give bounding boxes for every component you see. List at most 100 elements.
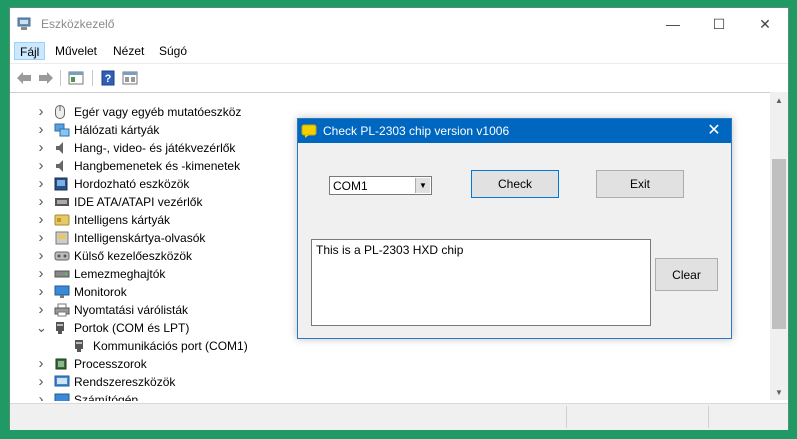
speaker-icon	[54, 159, 70, 173]
chevron-right-icon[interactable]: ›	[36, 121, 46, 139]
chevron-right-icon[interactable]: ›	[36, 193, 46, 211]
maximize-button[interactable]: ☐	[696, 8, 742, 40]
show-hidden-icon	[122, 71, 138, 85]
vertical-scrollbar[interactable]: ▲ ▼	[770, 92, 788, 400]
tree-item-label: Kommunikációs port (COM1)	[93, 339, 248, 353]
system-device-icon	[54, 375, 70, 389]
computer-icon	[54, 393, 70, 401]
close-icon: ✕	[759, 15, 771, 32]
toolbar-separator	[60, 70, 61, 86]
scroll-thumb[interactable]	[772, 159, 786, 329]
chevron-right-icon[interactable]: ›	[36, 283, 46, 301]
tree-item-label: Számítógép	[74, 393, 139, 401]
properties-button[interactable]	[67, 69, 85, 87]
tree-item[interactable]: › Számítógép	[10, 391, 770, 401]
tree-item-label: IDE ATA/ATAPI vezérlők	[74, 195, 203, 209]
card-reader-icon	[54, 231, 70, 245]
chevron-right-icon[interactable]: ›	[36, 103, 46, 121]
window-title: Eszközkezelő	[41, 17, 115, 31]
minimize-icon: —	[666, 16, 680, 32]
tree-item-label: Egér vagy egyéb mutatóeszköz	[74, 105, 242, 119]
tree-item-label: Portok (COM és LPT)	[74, 321, 190, 335]
chevron-right-icon[interactable]: ›	[36, 301, 46, 319]
toolbar-separator	[92, 70, 93, 86]
port-icon	[54, 321, 70, 335]
pl2303-check-dialog: Check PL-2303 chip version v1006 ✕ COM1 …	[297, 118, 732, 339]
app-icon	[301, 124, 317, 138]
chevron-right-icon[interactable]: ›	[36, 391, 46, 401]
toolbar: ?	[10, 63, 788, 92]
tree-item-label: Nyomtatási várólisták	[74, 303, 189, 317]
chevron-right-icon[interactable]: ›	[36, 211, 46, 229]
tree-item-label: Lemezmeghajtók	[74, 267, 166, 281]
chevron-right-icon[interactable]: ›	[36, 265, 46, 283]
maximize-icon: ☐	[712, 15, 726, 32]
menu-action[interactable]: Művelet	[50, 42, 102, 60]
tree-item-label: Rendszereszközök	[74, 375, 176, 389]
help-button[interactable]: ?	[99, 69, 117, 87]
back-button[interactable]	[15, 69, 33, 87]
window-titlebar[interactable]: Eszközkezelő — ☐ ✕	[10, 8, 788, 40]
show-hidden-button[interactable]	[121, 69, 139, 87]
port-select-value: COM1	[333, 179, 368, 193]
dialog-titlebar[interactable]: Check PL-2303 chip version v1006 ✕	[298, 119, 731, 143]
help-icon: ?	[101, 70, 115, 86]
tree-item-label: Processzorok	[74, 357, 147, 371]
chevron-down-icon[interactable]: ▼	[415, 178, 430, 193]
mouse-icon	[54, 105, 70, 119]
output-textbox[interactable]: This is a PL-2303 HXD chip	[311, 239, 651, 326]
menu-bar: Fájl Művelet Nézet Súgó	[10, 40, 788, 62]
forward-arrow-icon	[39, 72, 53, 84]
ide-controller-icon	[54, 195, 70, 209]
port-icon	[73, 339, 89, 353]
exit-button[interactable]: Exit	[596, 170, 684, 198]
network-icon	[54, 123, 70, 137]
scroll-up-icon[interactable]: ▲	[770, 92, 788, 108]
portable-device-icon	[54, 177, 70, 191]
monitor-icon	[54, 285, 70, 299]
close-button[interactable]: ✕	[742, 8, 788, 40]
tree-item-label: Intelligens kártyák	[74, 213, 171, 227]
device-manager-icon	[17, 17, 31, 30]
tree-item-label: Hangbemenetek és -kimenetek	[74, 159, 241, 173]
tree-item[interactable]: Kommunikációs port (COM1)	[10, 337, 770, 355]
menu-view[interactable]: Nézet	[108, 42, 149, 60]
tree-item[interactable]: › Rendszereszközök	[10, 373, 770, 391]
port-select[interactable]: COM1 ▼	[329, 176, 432, 195]
hid-icon	[54, 249, 70, 263]
tree-item-label: Intelligenskártya-olvasók	[74, 231, 206, 245]
tree-item-label: Külső kezelőeszközök	[74, 249, 193, 263]
dialog-title: Check PL-2303 chip version v1006	[323, 124, 510, 138]
back-arrow-icon	[17, 72, 31, 84]
chevron-down-icon[interactable]: ⌄	[36, 319, 47, 337]
smart-card-icon	[54, 213, 70, 227]
tree-item-label: Hordozható eszközök	[74, 177, 190, 191]
status-separator	[708, 406, 709, 428]
properties-icon	[68, 71, 84, 85]
tree-item[interactable]: › Processzorok	[10, 355, 770, 373]
clear-button[interactable]: Clear	[655, 258, 718, 291]
minimize-button[interactable]: —	[650, 8, 696, 40]
check-button[interactable]: Check	[471, 170, 559, 198]
dialog-close-icon[interactable]: ✕	[703, 121, 725, 141]
svg-text:?: ?	[105, 73, 112, 85]
chevron-right-icon[interactable]: ›	[36, 157, 46, 175]
chevron-right-icon[interactable]: ›	[36, 355, 46, 373]
scroll-down-icon[interactable]: ▼	[770, 384, 788, 400]
chevron-right-icon[interactable]: ›	[36, 247, 46, 265]
tree-item-label: Hálózati kártyák	[74, 123, 160, 137]
chevron-right-icon[interactable]: ›	[36, 229, 46, 247]
disk-drive-icon	[54, 267, 70, 281]
status-separator	[566, 406, 567, 428]
chevron-right-icon[interactable]: ›	[36, 139, 46, 157]
tree-item-label: Hang-, video- és játékvezérlők	[74, 141, 236, 155]
printer-icon	[54, 303, 70, 317]
speaker-icon	[54, 141, 70, 155]
chevron-right-icon[interactable]: ›	[36, 373, 46, 391]
status-bar	[10, 403, 788, 430]
forward-button[interactable]	[37, 69, 55, 87]
chevron-right-icon[interactable]: ›	[36, 175, 46, 193]
menu-file[interactable]: Fájl	[14, 42, 46, 60]
menu-help[interactable]: Súgó	[154, 42, 192, 60]
tree-item-label: Monitorok	[74, 285, 127, 299]
